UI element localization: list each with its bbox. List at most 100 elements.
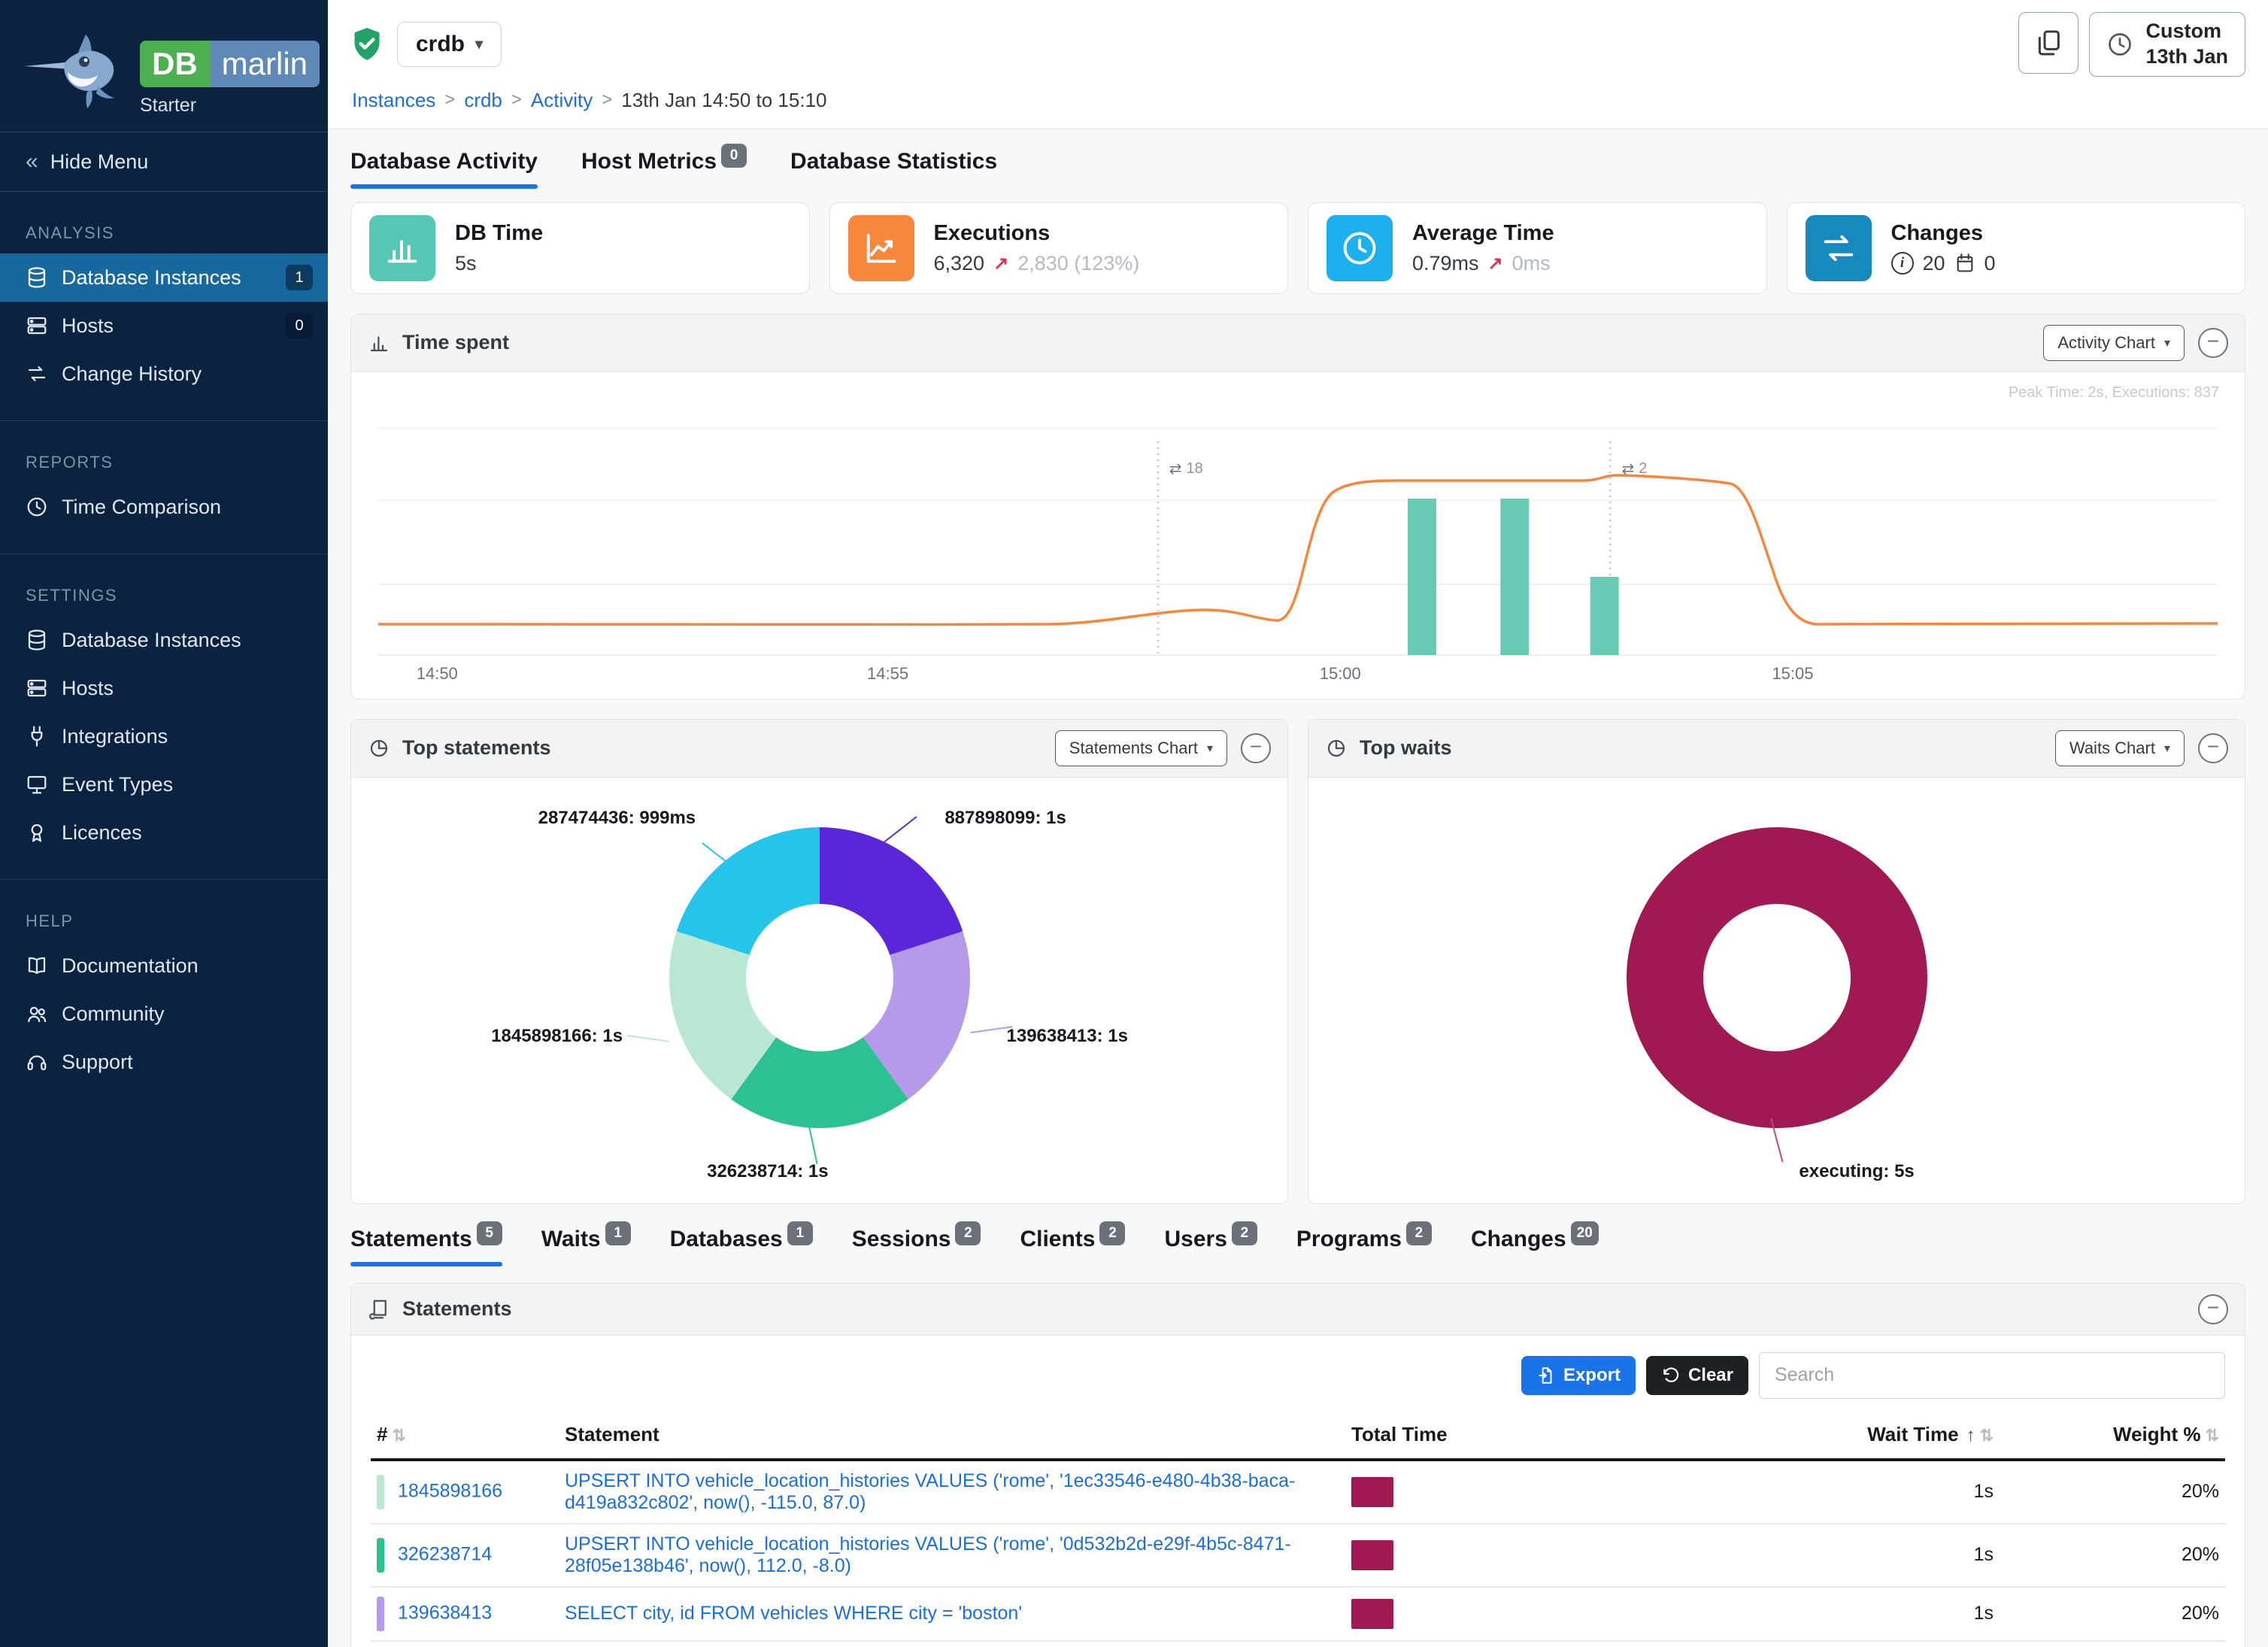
collapse-panel-button[interactable]: − [2198,733,2228,763]
search-input[interactable] [1759,1352,2225,1399]
time-range-line2: 13th Jan [2145,44,2228,70]
statements-chart-select[interactable]: Statements Chart ▾ [1055,730,1227,766]
tab-database-statistics[interactable]: Database Statistics [790,149,997,189]
panel-title: Time spent [402,331,509,354]
sort-icon: ⇅ [1980,1426,1994,1445]
bar-chart-icon [368,332,390,354]
card-changes: Changes i 20 0 [1787,202,2246,294]
statement-id-link[interactable]: 326238714 [398,1543,492,1564]
headset-icon [26,1051,48,1073]
database-icon [26,266,48,289]
time-range-line1: Custom [2145,19,2228,44]
breadcrumb-activity[interactable]: Activity [531,89,593,112]
time-range-button[interactable]: Custom 13th Jan [2089,12,2245,77]
column-header-wait-time[interactable]: Wait Time↑⇅ [1593,1412,2000,1460]
database-icon [26,629,48,651]
breadcrumb-separator: > [511,89,522,111]
card-delta: 2,830 (123%) [1017,252,1139,275]
instance-name: crdb [416,32,465,57]
instance-selector[interactable]: crdb ▾ [397,22,502,67]
weight-value: 20% [2000,1460,2225,1524]
column-header-num[interactable]: #⇅ [371,1412,559,1460]
statements-donut-chart[interactable]: 287474436: 999ms 887898099: 1s 184589816… [351,778,1287,1203]
sidebar-item-settings-hosts[interactable]: Hosts [0,664,328,712]
breadcrumb-crdb[interactable]: crdb [464,89,502,112]
table-row: 139638413 SELECT city, id FROM vehicles … [371,1587,2225,1641]
tab-programs[interactable]: Programs2 [1296,1227,1432,1266]
breadcrumb-separator: > [602,89,612,111]
sidebar-item-database-instances[interactable]: Database Instances 1 [0,253,328,302]
change-annotation-left[interactable]: ⇄ 18 [1169,460,1203,478]
book-icon [26,954,48,977]
caret-down-icon: ▾ [2164,741,2170,756]
change-annotation-right[interactable]: ⇄ 2 [1621,460,1647,478]
total-time-bar [1351,1599,1393,1629]
chevrons-left-icon: « [26,149,38,174]
sidebar-item-change-history[interactable]: Change History [0,350,328,398]
tab-users[interactable]: Users2 [1164,1227,1257,1266]
pie-label: 887898099: 1s [944,808,1066,829]
time-spent-chart[interactable]: ⇄ 18 ⇄ 2 [378,416,2218,657]
tab-clients[interactable]: Clients2 [1020,1227,1125,1266]
waits-donut[interactable] [1627,827,1927,1128]
copy-button[interactable] [2018,12,2078,74]
section-help: HELP [26,911,302,931]
weight-value: 20% [2000,1641,2225,1647]
sidebar-item-integrations[interactable]: Integrations [0,712,328,760]
x-tick: 15:05 [1772,664,1813,684]
sidebar-item-label: Support [62,1051,133,1074]
swap-icon [26,362,48,385]
edition-label: Starter [140,95,320,117]
breadcrumb-instances[interactable]: Instances [352,89,435,112]
column-header-statement[interactable]: Statement [559,1412,1345,1460]
breadcrumb-current: 13th Jan 14:50 to 15:10 [621,89,826,112]
export-button[interactable]: Export [1521,1356,1636,1395]
sidebar-item-event-types[interactable]: Event Types [0,760,328,808]
sidebar-item-support[interactable]: Support [0,1038,328,1086]
tab-database-activity[interactable]: Database Activity [350,149,538,189]
sidebar-item-label: Licences [62,821,142,845]
statement-sql-link[interactable]: UPSERT INTO vehicle_location_histories V… [565,1470,1295,1513]
section-reports: REPORTS [26,453,302,472]
statement-id-link[interactable]: 139638413 [398,1602,492,1623]
hide-menu-button[interactable]: « Hide Menu [0,132,328,192]
clear-button[interactable]: Clear [1646,1356,1748,1395]
collapse-panel-button[interactable]: − [2198,328,2228,358]
sidebar-item-hosts[interactable]: Hosts 0 [0,302,328,350]
sidebar-item-label: Hosts [62,314,114,338]
statement-sql-link[interactable]: UPSERT INTO vehicle_location_histories V… [565,1533,1291,1576]
statement-sql-link[interactable]: SELECT city, id FROM vehicles WHERE city… [565,1603,1022,1624]
waits-chart-select[interactable]: Waits Chart ▾ [2055,730,2185,766]
tab-statements[interactable]: Statements5 [350,1227,502,1266]
tab-databases[interactable]: Databases1 [670,1227,813,1266]
card-value: 0.79ms [1412,252,1479,275]
sidebar-item-label: Integrations [62,725,168,748]
sidebar-item-licences[interactable]: Licences [0,808,328,857]
tab-sessions[interactable]: Sessions2 [852,1227,981,1266]
undo-icon [1661,1366,1681,1385]
tab-changes[interactable]: Changes20 [1471,1227,1599,1266]
tab-waits[interactable]: Waits1 [541,1227,631,1266]
waits-donut-chart[interactable]: executing: 5s [1308,778,2245,1203]
sidebar-item-community[interactable]: Community [0,990,328,1038]
statements-table: #⇅ Statement Total Time Wait Time↑⇅ Weig… [371,1412,2225,1647]
column-header-weight[interactable]: Weight %⇅ [2000,1412,2225,1460]
statements-donut[interactable] [669,827,970,1128]
card-value: 5s [455,252,477,275]
activity-chart-select[interactable]: Activity Chart ▾ [2043,325,2185,361]
sidebar-item-label: Hosts [62,677,114,700]
tab-badge: 1 [605,1221,631,1245]
statement-id-link[interactable]: 1845898166 [398,1480,502,1501]
detail-tabs: Statements5 Waits1 Databases1 Sessions2 … [350,1227,2245,1266]
tab-host-metrics[interactable]: Host Metrics0 [581,149,747,189]
collapse-panel-button[interactable]: − [1241,733,1271,763]
sidebar-item-settings-database-instances[interactable]: Database Instances [0,616,328,664]
collapse-panel-button[interactable]: − [2198,1294,2228,1324]
sidebar-item-documentation[interactable]: Documentation [0,942,328,990]
topbar: crdb ▾ Custom 13th Jan Instances > crdb [328,0,2268,129]
sidebar-item-time-comparison[interactable]: Time Comparison [0,483,328,531]
pie-label: 139638413: 1s [1007,1026,1128,1047]
column-header-total-time[interactable]: Total Time [1345,1412,1593,1460]
total-time-bar [1351,1540,1393,1570]
swap-icon: ⇄ [1621,460,1634,478]
